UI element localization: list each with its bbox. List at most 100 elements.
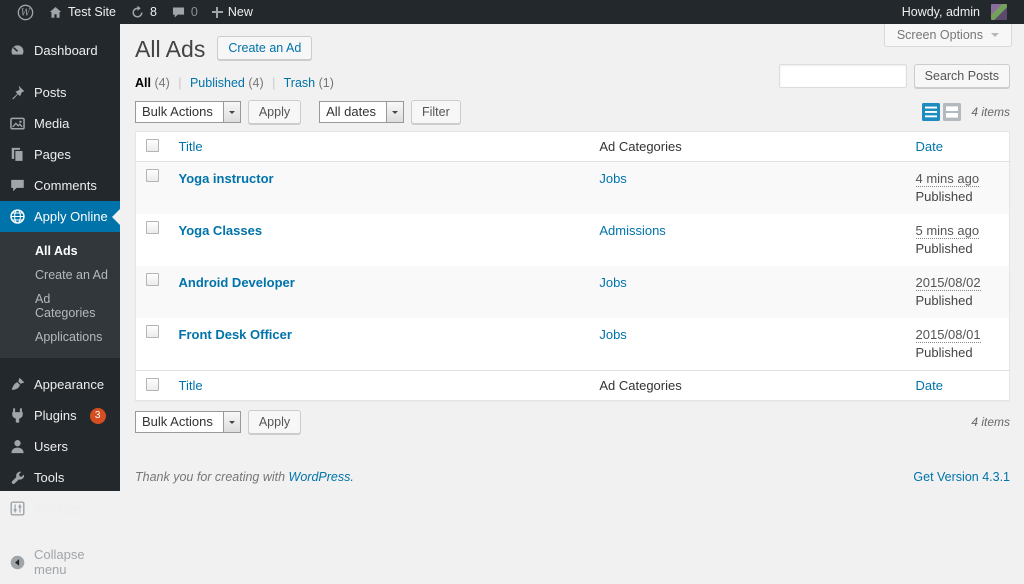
sidebar-item-plugins[interactable]: Plugins 3 <box>0 400 120 431</box>
site-name-link[interactable]: Test Site <box>41 0 123 24</box>
select-all-checkbox[interactable] <box>146 139 159 152</box>
ad-title-link[interactable]: Android Developer <box>179 275 295 290</box>
sort-by-date-link[interactable]: Date <box>916 378 943 393</box>
wp-logo-menu[interactable]: W <box>10 0 41 24</box>
tablenav-bottom: Bulk Actions Apply 4 items <box>135 409 1010 435</box>
home-icon <box>48 5 63 20</box>
ad-status: Published <box>916 345 1000 360</box>
sidebar-label: Media <box>34 116 69 131</box>
sidebar-item-users[interactable]: Users <box>0 431 120 462</box>
sort-by-title-link[interactable]: Title <box>179 378 203 393</box>
sidebar-item-dashboard[interactable]: Dashboard <box>0 35 120 66</box>
sidebar-label: Tools <box>34 470 64 485</box>
submenu-item-all-ads[interactable]: All Ads <box>0 239 120 263</box>
submenu-item-create-an-ad[interactable]: Create an Ad <box>0 263 120 287</box>
ad-categories-header: Ad Categories <box>599 139 681 154</box>
sort-by-date-link[interactable]: Date <box>916 139 943 154</box>
apply-online-submenu: All Ads Create an Ad Ad Categories Appli… <box>0 232 120 358</box>
sidebar-item-comments[interactable]: Comments <box>0 170 120 201</box>
footer-thanks-text: Thank you for creating with WordPress. <box>135 470 354 484</box>
get-version-link[interactable]: Get Version 4.3.1 <box>913 470 1010 484</box>
filter-button[interactable]: Filter <box>411 100 461 124</box>
ad-category-link[interactable]: Admissions <box>599 223 665 238</box>
sort-by-title-link[interactable]: Title <box>179 139 203 154</box>
ad-date: 2015/08/01 <box>916 327 981 343</box>
table-header-row: Title Ad Categories Date <box>136 131 1010 161</box>
sidebar-item-pages[interactable]: Pages <box>0 139 120 170</box>
excerpt-view-icon[interactable] <box>943 103 961 121</box>
ad-date: 4 mins ago <box>916 171 980 187</box>
wordpress-logo-icon: W <box>17 4 34 21</box>
site-name-label: Test Site <box>68 5 116 19</box>
update-icon <box>130 5 145 20</box>
ad-title-link[interactable]: Yoga instructor <box>179 171 274 186</box>
sidebar-label: Plugins <box>34 408 77 423</box>
account-menu[interactable]: Howdy, admin <box>895 0 1014 24</box>
ad-category-link[interactable]: Jobs <box>599 327 626 342</box>
row-checkbox[interactable] <box>146 169 159 182</box>
comments-link[interactable]: 0 <box>164 0 205 24</box>
globe-icon <box>9 208 26 225</box>
admin-bar: W Test Site 8 0 New Howdy, admin <box>0 0 1024 24</box>
page-title: All Ads <box>135 36 205 64</box>
ad-status: Published <box>916 189 1000 204</box>
ad-status: Published <box>916 241 1000 256</box>
views-separator: | <box>272 76 275 90</box>
all-dates-select[interactable]: All dates <box>319 101 404 123</box>
row-checkbox[interactable] <box>146 273 159 286</box>
select-arrow-icon <box>223 102 240 122</box>
updates-link[interactable]: 8 <box>123 0 164 24</box>
view-mode-switcher <box>922 103 961 121</box>
all-dates-value: All dates <box>320 102 386 122</box>
comments-count: 0 <box>191 5 198 19</box>
collapse-menu-button[interactable]: Collapse menu <box>0 540 120 584</box>
submenu-item-ad-categories[interactable]: Ad Categories <box>0 287 120 325</box>
submenu-item-applications[interactable]: Applications <box>0 325 120 349</box>
table-row: Yoga Classes Admissions 5 mins ago Publis… <box>136 214 1010 266</box>
brush-icon <box>9 376 26 393</box>
ads-table: Title Ad Categories Date Yoga instructor… <box>135 131 1010 401</box>
ad-date: 5 mins ago <box>916 223 980 239</box>
view-trash-link[interactable]: Trash <box>284 76 316 90</box>
view-published-count: (4) <box>248 76 263 90</box>
sidebar-item-media[interactable]: Media <box>0 108 120 139</box>
sidebar-label: Pages <box>34 147 71 162</box>
create-an-ad-button[interactable]: Create an Ad <box>217 36 312 60</box>
ad-title-link[interactable]: Front Desk Officer <box>179 327 292 342</box>
view-published-link[interactable]: Published <box>190 76 245 90</box>
admin-footer: Thank you for creating with WordPress. G… <box>135 470 1010 484</box>
wordpress-link[interactable]: WordPress. <box>289 470 354 484</box>
sidebar-label: Users <box>34 439 68 454</box>
bulk-actions-value: Bulk Actions <box>136 102 223 122</box>
dashboard-icon <box>9 42 26 59</box>
items-count: 4 items <box>971 415 1010 429</box>
sidebar-item-appearance[interactable]: Appearance <box>0 369 120 400</box>
updates-count: 8 <box>150 5 157 19</box>
select-all-checkbox[interactable] <box>146 378 159 391</box>
sidebar-item-posts[interactable]: Posts <box>0 77 120 108</box>
row-checkbox[interactable] <box>146 221 159 234</box>
wrench-icon <box>9 469 26 486</box>
new-content-button[interactable]: New <box>205 0 260 24</box>
plugins-update-badge: 3 <box>90 408 106 424</box>
row-checkbox[interactable] <box>146 325 159 338</box>
sidebar-label: Comments <box>34 178 97 193</box>
ad-category-link[interactable]: Jobs <box>599 171 626 186</box>
sidebar-item-tools[interactable]: Tools <box>0 462 120 493</box>
bulk-actions-select[interactable]: Bulk Actions <box>135 101 241 123</box>
ad-title-link[interactable]: Yoga Classes <box>179 223 263 238</box>
apply-button[interactable]: Apply <box>248 100 301 124</box>
pages-icon <box>9 146 26 163</box>
apply-button[interactable]: Apply <box>248 410 301 434</box>
list-view-icon[interactable] <box>922 103 940 121</box>
table-row: Yoga instructor Jobs 4 mins ago Published <box>136 161 1010 214</box>
sidebar-label: Settings <box>34 501 81 516</box>
howdy-label: Howdy, admin <box>902 5 980 19</box>
sidebar-item-apply-online[interactable]: Apply Online <box>0 201 120 232</box>
ad-category-link[interactable]: Jobs <box>599 275 626 290</box>
view-all-link[interactable]: All <box>135 76 151 90</box>
bulk-actions-select[interactable]: Bulk Actions <box>135 411 241 433</box>
sidebar-item-settings[interactable]: Settings <box>0 493 120 524</box>
views-separator: | <box>178 76 181 90</box>
admin-sidebar: Dashboard Posts Media Pages Comments App… <box>0 24 120 491</box>
